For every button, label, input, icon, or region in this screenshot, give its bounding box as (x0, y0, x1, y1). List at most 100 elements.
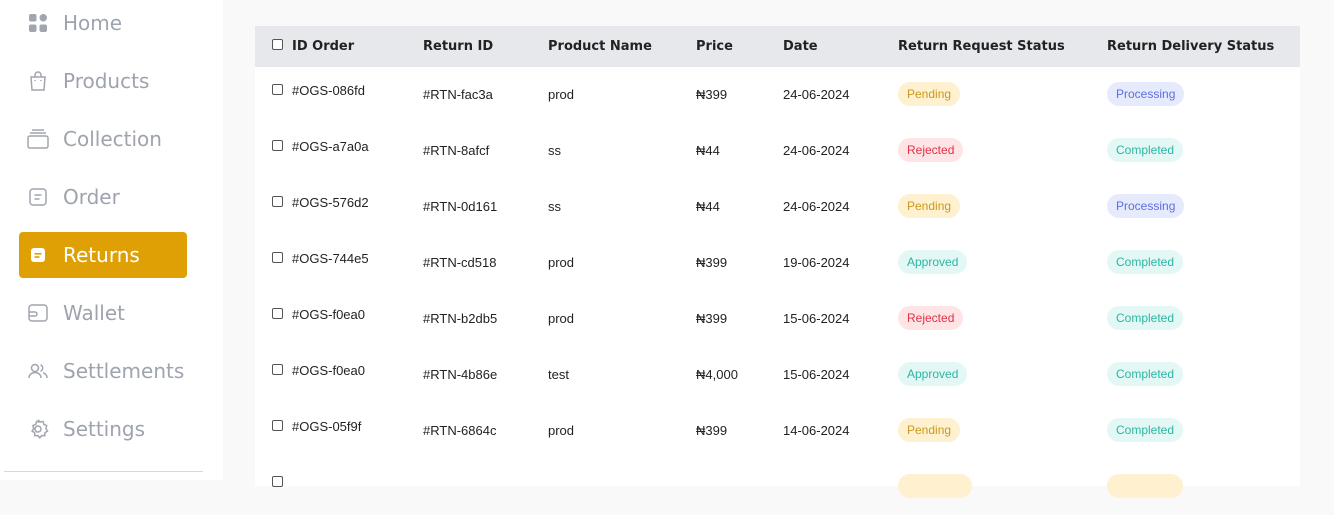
sidebar-item-products[interactable]: Products (19, 58, 187, 104)
header-product-name[interactable]: Product Name (548, 26, 652, 67)
row-checkbox[interactable] (272, 364, 283, 375)
table-header: ID Order Return ID Product Name Price Da… (255, 26, 1300, 67)
cell-id-order: #OGS-05f9f (292, 419, 362, 434)
cell-return-id: #RTN-cd518 (423, 255, 497, 270)
cell-date: 14-06-2024 (783, 423, 850, 438)
request-status-badge: Approved (898, 362, 968, 386)
request-status-badge: Rejected (898, 306, 964, 330)
cell-price: ₦399 (696, 255, 728, 270)
cell-price: ₦399 (696, 87, 728, 102)
delivery-status-badge: Completed (1107, 306, 1184, 330)
row-checkbox[interactable] (272, 196, 283, 207)
cell-product-name: prod (548, 255, 575, 270)
request-status-badge (898, 474, 972, 498)
return-box-icon (27, 244, 49, 266)
cell-return-id: #RTN-4b86e (423, 367, 498, 382)
delivery-status-badge: Completed (1107, 138, 1184, 162)
cell-return-id: #RTN-0d161 (423, 199, 498, 214)
request-status-badge: Pending (898, 418, 961, 442)
delivery-status-badge: Completed (1107, 250, 1184, 274)
cell-return-id: #RTN-b2db5 (423, 311, 498, 326)
table-row[interactable]: #OGS-f0ea0 #RTN-b2db5 prod ₦399 15-06-2024 Re… (255, 291, 1300, 347)
document-icon (27, 186, 49, 208)
cell-date: 24-06-2024 (783, 87, 850, 102)
cell-date: 24-06-2024 (783, 199, 850, 214)
sidebar-item-wallet[interactable]: Wallet (19, 290, 187, 336)
cell-return-id: #RTN-fac3a (423, 87, 493, 102)
table-row[interactable]: #OGS-05f9f #RTN-6864c prod ₦399 14-06-2024 Pe… (255, 403, 1300, 459)
sidebar-item-label: Returns (63, 243, 140, 267)
sidebar-item-order[interactable]: Order (19, 174, 187, 220)
table-row[interactable]: #OGS-086fd #RTN-fac3a prod ₦399 24-06-2024 Pe… (255, 67, 1300, 123)
request-status-badge: Pending (898, 82, 961, 106)
cell-product-name: prod (548, 87, 575, 102)
sidebar-item-label: Collection (63, 127, 162, 151)
grid-icon (27, 12, 49, 34)
sidebar-item-returns[interactable]: Returns (19, 232, 187, 278)
header-id-order[interactable]: ID Order (292, 26, 354, 67)
cell-product-name: ss (548, 199, 561, 214)
cell-date: 24-06-2024 (783, 143, 850, 158)
header-price[interactable]: Price (696, 26, 733, 67)
cell-price: ₦44 (696, 143, 720, 158)
sidebar-item-label: Settings (63, 417, 146, 441)
table-row[interactable]: #OGS-a7a0a #RTN-8afcf ss ₦44 24-06-2024 Rejec… (255, 123, 1300, 179)
cell-product-name: ss (548, 143, 561, 158)
row-checkbox[interactable] (272, 308, 283, 319)
sidebar-item-label: Settlements (63, 359, 185, 383)
table-row[interactable]: #OGS-f0ea0 #RTN-4b86e test ₦4,000 15-06-2024… (255, 347, 1300, 403)
row-checkbox[interactable] (272, 252, 283, 263)
sidebar-item-label: Order (63, 185, 120, 209)
cell-product-name: prod (548, 311, 575, 326)
row-checkbox[interactable] (272, 476, 283, 487)
sidebar-item-label: Products (63, 69, 150, 93)
sidebar-item-settings[interactable]: Settings (19, 406, 187, 452)
cell-id-order: #OGS-744e5 (292, 251, 369, 266)
gear-icon (27, 418, 49, 440)
table-row[interactable]: #OGS-576d2 #RTN-0d161 ss ₦44 24-06-2024 Pendi… (255, 179, 1300, 235)
row-checkbox[interactable] (272, 84, 283, 95)
request-status-badge: Pending (898, 194, 961, 218)
header-return-request-status[interactable]: Return Request Status (898, 26, 1065, 67)
cell-id-order: #OGS-a7a0a (292, 139, 369, 154)
request-status-badge: Approved (898, 250, 968, 274)
cell-price: ₦44 (696, 199, 720, 214)
cell-id-order: #OGS-f0ea0 (292, 307, 365, 322)
header-date[interactable]: Date (783, 26, 818, 67)
sidebar: Home Products Collection Order Returns W… (0, 0, 223, 480)
cell-date: 19-06-2024 (783, 255, 850, 270)
delivery-status-badge: Processing (1107, 82, 1185, 106)
request-status-badge: Rejected (898, 138, 964, 162)
select-all-checkbox[interactable] (272, 39, 283, 50)
header-return-id[interactable]: Return ID (423, 26, 493, 67)
wallet-icon (27, 302, 49, 324)
cell-id-order: #OGS-086fd (292, 83, 365, 98)
delivery-status-badge (1107, 474, 1183, 498)
delivery-status-badge: Completed (1107, 362, 1184, 386)
cell-product-name: test (548, 367, 569, 382)
table-row[interactable]: #OGS-744e5 #RTN-cd518 prod ₦399 19-06-2024 Ap… (255, 235, 1300, 291)
table-row-partial (255, 459, 1300, 515)
cell-return-id: #RTN-6864c (423, 423, 497, 438)
cell-date: 15-06-2024 (783, 367, 850, 382)
row-checkbox[interactable] (272, 140, 283, 151)
delivery-status-badge: Processing (1107, 194, 1185, 218)
cell-product-name: prod (548, 423, 575, 438)
layers-icon (27, 128, 49, 150)
delivery-status-badge: Completed (1107, 418, 1184, 442)
cell-id-order: #OGS-f0ea0 (292, 363, 365, 378)
users-icon (27, 360, 49, 382)
sidebar-item-label: Home (63, 11, 123, 35)
row-checkbox[interactable] (272, 420, 283, 431)
shopping-bag-icon (27, 70, 49, 92)
sidebar-item-settlements[interactable]: Settlements (19, 348, 187, 394)
cell-price: ₦399 (696, 423, 728, 438)
sidebar-item-home[interactable]: Home (19, 0, 187, 46)
sidebar-item-label: Wallet (63, 301, 126, 325)
cell-date: 15-06-2024 (783, 311, 850, 326)
cell-id-order: #OGS-576d2 (292, 195, 369, 210)
sidebar-item-collection[interactable]: Collection (19, 116, 187, 162)
header-return-delivery-status[interactable]: Return Delivery Status (1107, 26, 1274, 67)
cell-price: ₦399 (696, 311, 728, 326)
cell-price: ₦4,000 (696, 367, 738, 382)
